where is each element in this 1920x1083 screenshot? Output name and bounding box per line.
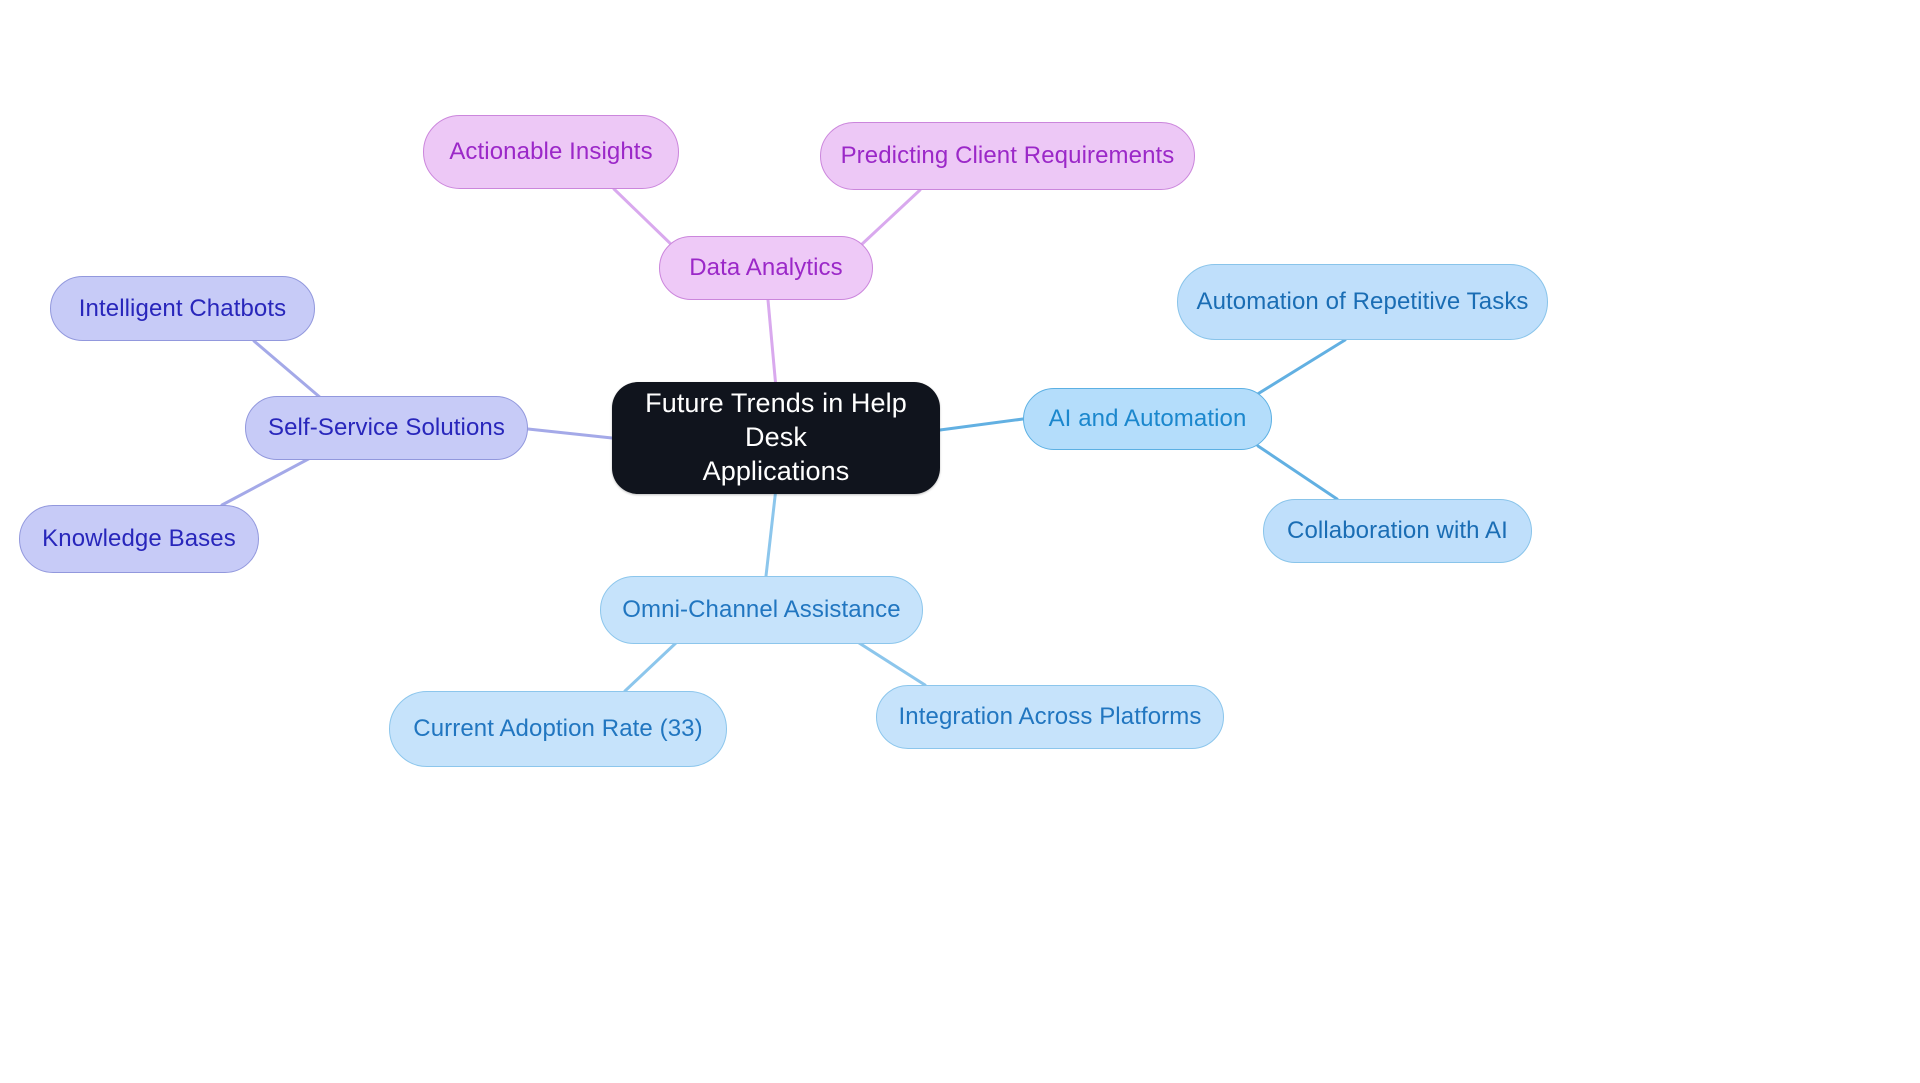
- edge-omni-current-adoption-rate: [623, 639, 680, 693]
- mindmap-root-node[interactable]: Future Trends in Help Desk Applications: [612, 382, 940, 494]
- edge-ai-automation-of-repetitive-tasks: [1254, 338, 1347, 397]
- mindmap-branch-omni-channel-assistance[interactable]: Omni-Channel Assistance: [600, 576, 923, 644]
- mindmap-branch-ai-and-automation[interactable]: AI and Automation: [1023, 388, 1272, 450]
- edge-root-omni-channel: [764, 486, 778, 578]
- mindmap-leaf-knowledge-bases[interactable]: Knowledge Bases: [19, 505, 259, 573]
- edge-ai-collaboration-with-ai: [1256, 444, 1339, 501]
- mindmap-leaf-integration-across-platforms[interactable]: Integration Across Platforms: [876, 685, 1224, 749]
- mindmap-leaf-collaboration-with-ai[interactable]: Collaboration with AI: [1263, 499, 1532, 563]
- edge-root-self-service: [526, 427, 614, 440]
- edge-self-service-intelligent-chatbots: [252, 339, 324, 401]
- edge-root-data-analytics: [766, 298, 778, 390]
- edge-data-analytics-actionable-insights: [612, 187, 678, 251]
- mindmap-leaf-current-adoption-rate[interactable]: Current Adoption Rate (33): [389, 691, 727, 767]
- mindmap-canvas: Future Trends in Help Desk Applications …: [0, 0, 1920, 1083]
- edge-root-ai-and-automation: [938, 417, 1025, 432]
- edge-data-analytics-predicting-client-requirements: [858, 188, 922, 248]
- edge-self-service-knowledge-bases: [220, 454, 316, 507]
- mindmap-leaf-automation-of-repetitive-tasks[interactable]: Automation of Repetitive Tasks: [1177, 264, 1548, 340]
- edge-omni-integration-across-platforms: [854, 639, 927, 687]
- mindmap-leaf-intelligent-chatbots[interactable]: Intelligent Chatbots: [50, 276, 315, 341]
- mindmap-branch-data-analytics[interactable]: Data Analytics: [659, 236, 873, 300]
- mindmap-branch-self-service-solutions[interactable]: Self-Service Solutions: [245, 396, 528, 460]
- mindmap-leaf-predicting-client-requirements[interactable]: Predicting Client Requirements: [820, 122, 1195, 190]
- mindmap-leaf-actionable-insights[interactable]: Actionable Insights: [423, 115, 679, 189]
